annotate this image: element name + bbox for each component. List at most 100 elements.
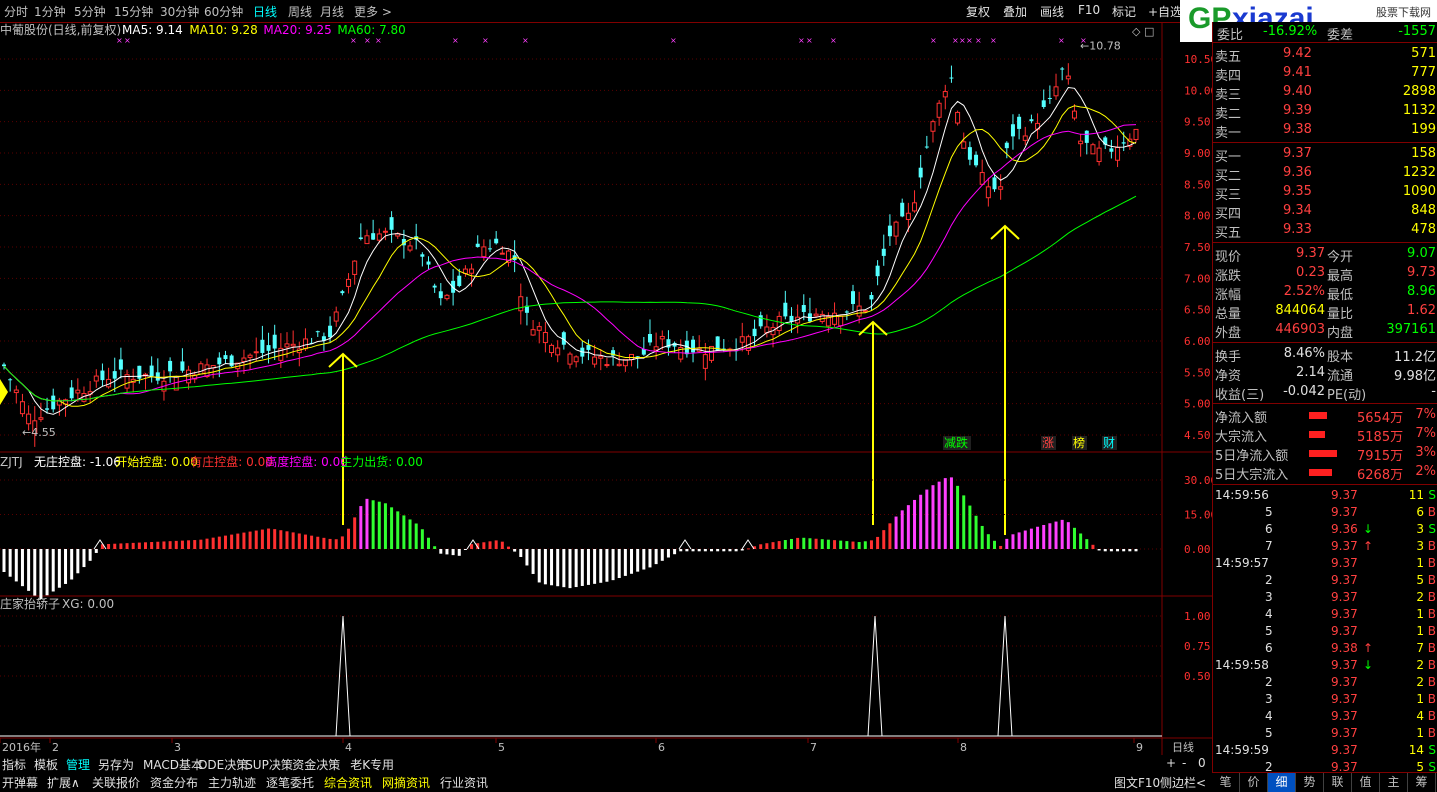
period-tab-8[interactable]: 月线 bbox=[320, 3, 344, 20]
tag-label-0[interactable]: 减跌 bbox=[944, 435, 968, 450]
ind1-bar bbox=[439, 549, 443, 554]
ind1-triangle-icon bbox=[678, 539, 692, 550]
stat-value-2: 397161 bbox=[1386, 322, 1436, 337]
toolbar-button-0[interactable]: 复权 bbox=[966, 3, 990, 20]
tick-price: 9.37 bbox=[1331, 709, 1358, 723]
tag-label-3[interactable]: 财 bbox=[1103, 436, 1115, 450]
ind1-bar bbox=[531, 549, 535, 574]
price-tick-label: 7.50 bbox=[1184, 241, 1211, 254]
ind1-bar bbox=[820, 539, 824, 549]
info-tab-5[interactable]: 逐笔委托 bbox=[266, 774, 314, 791]
toolbar-button-1[interactable]: 叠加 bbox=[1003, 3, 1027, 20]
side-tab-7[interactable]: 筹 bbox=[1408, 773, 1436, 792]
side-tab-6[interactable]: 主 bbox=[1380, 773, 1408, 792]
info-tab-7[interactable]: 网摘资讯 bbox=[382, 774, 430, 791]
indicator-tab-7[interactable]: 资金决策 bbox=[292, 756, 340, 773]
ind1-bar bbox=[230, 534, 234, 549]
ind1-bar bbox=[740, 549, 744, 551]
candle-body bbox=[26, 413, 32, 425]
indicator-tab-5[interactable]: DDE决策 bbox=[198, 756, 248, 773]
bid-price: 9.37 bbox=[1283, 146, 1312, 161]
period-tab-9[interactable]: 更多 > bbox=[354, 3, 392, 20]
tick-volume: 2 bbox=[1416, 658, 1424, 672]
chart-corner-icon[interactable]: □ bbox=[1144, 25, 1154, 38]
toolbar-button-5[interactable]: +自选 bbox=[1148, 3, 1182, 20]
period-tab-6[interactable]: 日线 bbox=[253, 3, 277, 20]
side-tab-5[interactable]: 值 bbox=[1352, 773, 1380, 792]
period-tab-4[interactable]: 30分钟 bbox=[160, 3, 199, 20]
side-tab-0[interactable]: 笔 bbox=[1212, 773, 1240, 792]
ind1-bar bbox=[27, 549, 31, 591]
ind1-bar bbox=[919, 494, 923, 549]
side-tab-4[interactable]: 联 bbox=[1324, 773, 1352, 792]
candle-body bbox=[1029, 119, 1034, 122]
ind1-bar bbox=[556, 549, 560, 587]
indicator-tab-3[interactable]: 另存为 bbox=[98, 756, 134, 773]
period-tab-2[interactable]: 5分钟 bbox=[74, 3, 106, 20]
period-tab-1[interactable]: 1分钟 bbox=[34, 3, 66, 20]
ind1-bar bbox=[525, 549, 529, 566]
ind1-bar bbox=[70, 549, 74, 580]
indicator-tab-8[interactable]: 老K专用 bbox=[350, 756, 394, 773]
side-tab-1[interactable]: 价 bbox=[1240, 773, 1268, 792]
candle-body bbox=[1017, 116, 1022, 129]
reset-zoom-icon[interactable]: 0 bbox=[1198, 756, 1206, 770]
bid-label: 买一 bbox=[1215, 150, 1242, 165]
scroll-left-icon[interactable] bbox=[0, 379, 8, 405]
ind1-bar bbox=[550, 549, 554, 586]
ind1-bar bbox=[586, 549, 590, 585]
ind1-bar bbox=[685, 549, 689, 552]
side-tab-3[interactable]: 势 bbox=[1296, 773, 1324, 792]
info-tab-8[interactable]: 行业资讯 bbox=[440, 774, 488, 791]
info-tab-1[interactable]: 扩展∧ bbox=[47, 774, 80, 791]
ma-label-1: MA10: 9.28 bbox=[189, 23, 257, 37]
tick-row: 6 9.38 ↑ 7 B bbox=[1213, 640, 1437, 657]
period-tab-5[interactable]: 60分钟 bbox=[204, 3, 243, 20]
candle-body bbox=[967, 147, 972, 160]
tick-price: 9.37 bbox=[1331, 607, 1358, 621]
ind1-bar bbox=[402, 515, 406, 549]
indicator-tab-0[interactable]: 指标 bbox=[2, 756, 26, 773]
info-tab-3[interactable]: 资金分布 bbox=[150, 774, 198, 791]
candle-body bbox=[1060, 68, 1065, 70]
toolbar-button-4[interactable]: 标记 bbox=[1112, 3, 1136, 20]
candle-body bbox=[352, 260, 358, 275]
ind1-bar bbox=[746, 548, 750, 550]
indicator-tab-6[interactable]: SUP决策 bbox=[245, 756, 293, 773]
toolbar-button-2[interactable]: 画线 bbox=[1040, 3, 1064, 20]
info-tab-2[interactable]: 关联报价 bbox=[92, 774, 140, 791]
ind1-bar bbox=[863, 541, 867, 549]
tick-side: B bbox=[1427, 692, 1436, 706]
ind1-bar bbox=[494, 540, 498, 549]
candle-body bbox=[586, 345, 591, 350]
tick-volume: 7 bbox=[1416, 641, 1424, 655]
chart-title: 中葡股份(日线,前复权) bbox=[0, 22, 121, 37]
signal-marker: × bbox=[959, 36, 966, 45]
x-axis-label-8: 9 bbox=[1136, 741, 1143, 754]
info-tab-0[interactable]: 开弹幕 bbox=[2, 774, 38, 791]
toolbar-button-3[interactable]: F10 bbox=[1078, 3, 1100, 17]
side-tab-2[interactable]: 细 bbox=[1268, 773, 1296, 792]
info-tab-4[interactable]: 主力轨迹 bbox=[208, 774, 256, 791]
diamond-icon[interactable]: ◇ bbox=[1132, 25, 1141, 38]
stat2-value: -0.042 bbox=[1283, 384, 1325, 399]
tag-label-2[interactable]: 榜 bbox=[1073, 435, 1085, 450]
f10-text-button[interactable]: 图文F10 bbox=[1114, 774, 1160, 791]
period-tab-0[interactable]: 分时 bbox=[4, 3, 28, 20]
ind1-bar bbox=[673, 549, 677, 555]
indicator-tab-4[interactable]: MACD基本 bbox=[143, 756, 203, 773]
indicator-tab-2[interactable]: 管理 bbox=[66, 756, 90, 773]
tag-label-1[interactable]: 涨 bbox=[1042, 435, 1054, 450]
zoom-out-icon[interactable]: - bbox=[1182, 756, 1186, 770]
ind1-bar bbox=[2, 549, 6, 572]
period-tab-3[interactable]: 15分钟 bbox=[114, 3, 153, 20]
sidebar-toggle-button[interactable]: 侧边栏< bbox=[1160, 774, 1206, 791]
period-tab-7[interactable]: 周线 bbox=[288, 3, 312, 20]
indicator-tab-1[interactable]: 模板 bbox=[34, 756, 58, 773]
zoom-in-icon[interactable]: + bbox=[1166, 756, 1176, 770]
ind1-bar bbox=[20, 549, 24, 587]
chart-area[interactable]: 10.50 10.00 9.50 9.00 8.50 8.00 7.50 7.00 6.50 6.… bbox=[0, 22, 1212, 755]
ind1-bar bbox=[943, 478, 947, 549]
ind1-bar bbox=[1066, 522, 1070, 549]
info-tab-6[interactable]: 综合资讯 bbox=[324, 774, 372, 791]
